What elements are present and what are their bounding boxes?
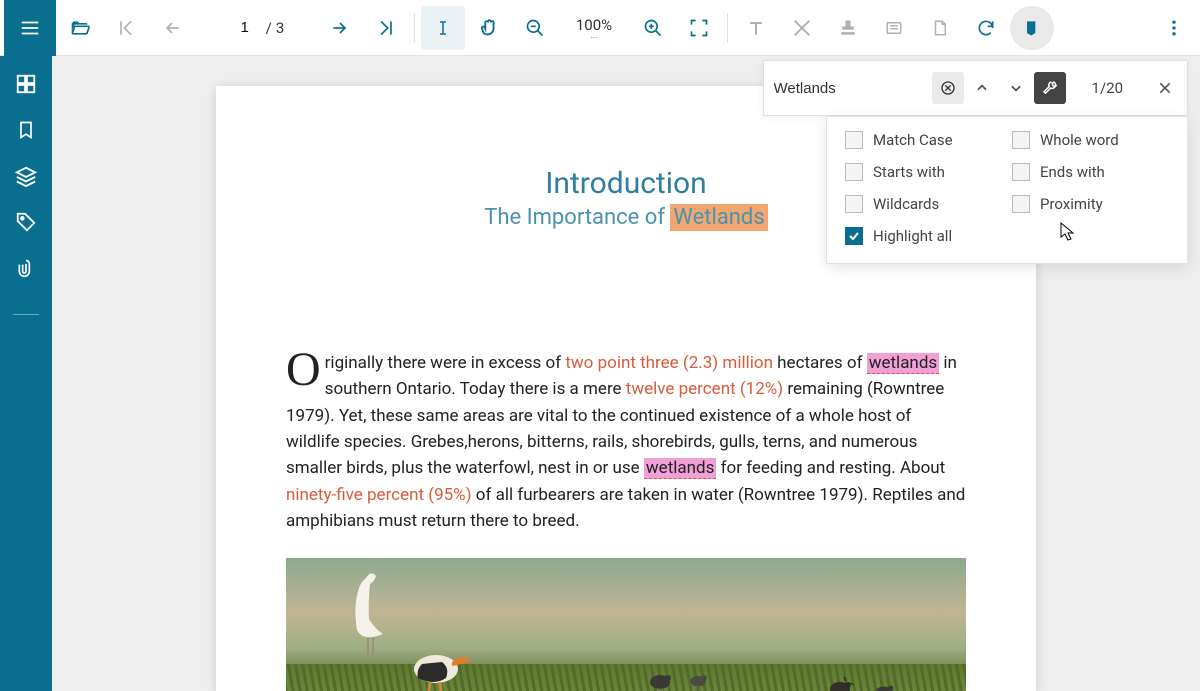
search-options-panel: Match Case Whole word Starts with Ends w… [826,116,1188,264]
option-wildcards[interactable]: Wildcards [845,195,1002,213]
search-hit: wetlands [644,458,716,479]
toolbar-separator [727,13,728,43]
page-sep: / [266,19,272,37]
layers-panel-button[interactable] [6,156,46,196]
main-toolbar: / 3 100% ... [0,0,1200,56]
new-page-tool[interactable] [918,6,962,50]
prev-page-button[interactable] [150,6,194,50]
search-options-button[interactable] [1034,72,1066,104]
add-text-tool[interactable] [734,6,778,50]
form-tool[interactable] [872,6,916,50]
bird-icon [826,676,856,691]
option-ends-with[interactable]: Ends with [1012,163,1169,181]
clear-search-button[interactable] [932,72,964,104]
more-menu-button[interactable] [1152,6,1196,50]
menu-button[interactable] [4,0,56,56]
tags-panel-button[interactable] [6,202,46,242]
stork-icon [404,634,474,691]
search-input[interactable] [770,74,930,103]
document-viewer[interactable]: Introduction The Importance of Wetlands … [52,56,1200,691]
thumbnails-panel-button[interactable] [6,64,46,104]
page-indicator: / 3 [196,19,316,37]
redact-tool[interactable] [1010,6,1054,50]
close-search-button[interactable] [1149,72,1181,104]
highlight-number: twelve percent (12%) [626,379,783,399]
next-page-button[interactable] [318,6,362,50]
bird-icon [686,670,712,691]
page-total: 3 [276,19,284,37]
page-current-input[interactable] [228,19,262,36]
left-sidebar [0,56,52,691]
option-match-case[interactable]: Match Case [845,131,1002,149]
bird-icon [646,670,676,691]
pan-tool[interactable] [467,6,511,50]
search-count: 1/20 [1068,79,1147,97]
search-hit: wetlands [867,353,939,374]
highlight-number: ninety-five percent (95%) [286,485,472,505]
stamp-tool[interactable] [826,6,870,50]
option-highlight-all[interactable]: Highlight all [845,227,1002,245]
document-image [286,558,966,691]
measure-tool[interactable] [780,6,824,50]
text-select-tool[interactable] [421,6,465,50]
search-hit-current: Wetlands [670,204,767,231]
option-starts-with[interactable]: Starts with [845,163,1002,181]
option-proximity[interactable]: Proximity [1012,195,1169,213]
egret-icon [346,568,396,658]
search-bar: 1/20 [763,60,1188,116]
toolbar-separator [414,13,415,43]
option-whole-word[interactable]: Whole word [1012,131,1169,149]
next-match-button[interactable] [1000,72,1032,104]
open-file-button[interactable] [58,6,102,50]
doc-body: Originally there were in excess of two p… [286,350,966,534]
dropcap: O [286,350,325,391]
zoom-in-button[interactable] [631,6,675,50]
zoom-out-button[interactable] [513,6,557,50]
attachments-panel-button[interactable] [6,248,46,288]
fit-page-button[interactable] [677,6,721,50]
bird-icon [871,680,899,691]
sidebar-divider [6,294,46,334]
rotate-button[interactable] [964,6,1008,50]
highlight-number: two point three (2.3) million [565,353,773,373]
bookmarks-panel-button[interactable] [6,110,46,150]
last-page-button[interactable] [364,6,408,50]
first-page-button[interactable] [104,6,148,50]
prev-match-button[interactable] [966,72,998,104]
zoom-level[interactable]: 100% ... [559,16,629,39]
